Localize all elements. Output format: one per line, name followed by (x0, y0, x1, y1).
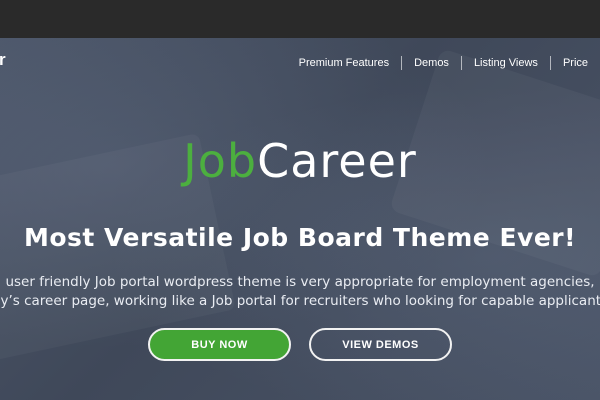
hero-description-line-1: user friendly Job portal wordpress theme… (5, 274, 595, 290)
hero-section: r Premium Features Demos Listing Views P… (0, 38, 600, 400)
hero-tagline: Most Versatile Job Board Theme Ever! (23, 223, 577, 252)
brand-title: JobCareer (0, 134, 600, 188)
buy-now-button[interactable]: BUY NOW (148, 328, 291, 361)
nav-separator (460, 56, 462, 70)
site-logo[interactable]: r (0, 50, 6, 70)
window-topbar (0, 0, 600, 38)
nav-item-listing-views[interactable]: Listing Views (462, 57, 550, 69)
brand-title-career: Career (257, 134, 417, 188)
view-demos-button[interactable]: VIEW DEMOS (309, 328, 452, 361)
nav-item-premium-features[interactable]: Premium Features (287, 57, 401, 69)
main-nav: Premium Features Demos Listing Views Pri… (287, 56, 600, 70)
nav-item-price[interactable]: Price (551, 57, 600, 69)
nav-item-demos[interactable]: Demos (402, 57, 461, 69)
brand-title-job: Job (183, 134, 258, 188)
hero-description-line-2: ny’s career page, working like a Job por… (0, 293, 600, 309)
